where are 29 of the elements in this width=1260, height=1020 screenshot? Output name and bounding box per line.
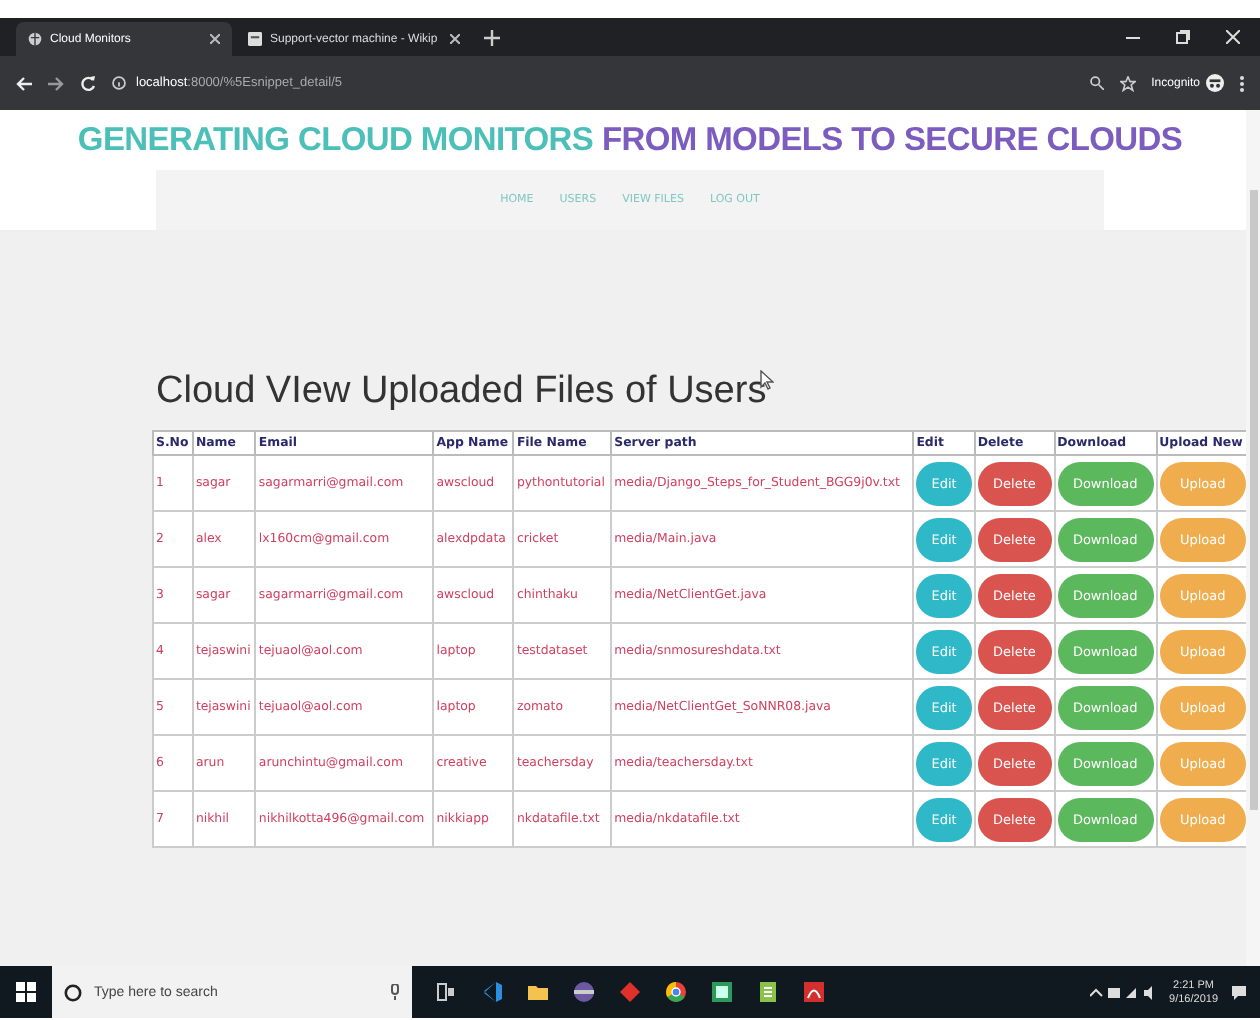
new-tab-icon[interactable]	[484, 29, 500, 45]
folder-icon[interactable]	[528, 982, 548, 1002]
page-heading: Cloud VIew Uploaded Files of Users	[156, 370, 767, 414]
star-icon[interactable]	[1119, 75, 1136, 91]
notepad-icon[interactable]	[758, 982, 778, 1002]
page-icon	[248, 32, 262, 46]
task-view-icon[interactable]	[436, 982, 456, 1002]
cortana-icon	[64, 983, 82, 1001]
info-icon[interactable]	[112, 76, 126, 90]
globe-icon	[28, 32, 42, 46]
microphone-icon	[390, 984, 400, 1000]
close-tab-icon[interactable]	[450, 34, 460, 44]
zoom-icon[interactable]	[1089, 76, 1104, 90]
reload-icon[interactable]	[80, 75, 96, 91]
close-icon[interactable]	[1226, 30, 1240, 44]
pdf-icon[interactable]	[804, 982, 824, 1002]
site-title: GENERATING CLOUD MONITORS FROM MODELS TO SECURE CLOUDS	[77, 121, 1183, 159]
start-icon[interactable]	[16, 982, 36, 1002]
back-icon[interactable]	[16, 75, 32, 91]
notification-icon[interactable]	[1230, 983, 1248, 1001]
restore-icon[interactable]	[1176, 30, 1190, 44]
code-editor-icon[interactable]	[482, 982, 502, 1002]
image-app-icon[interactable]	[712, 982, 732, 1002]
chrome-icon[interactable]	[666, 982, 686, 1002]
forward-icon[interactable]	[48, 75, 64, 91]
close-tab-icon[interactable]	[210, 34, 220, 44]
circle-app-icon[interactable]	[574, 982, 594, 1002]
incognito-icon[interactable]	[1206, 74, 1224, 92]
diamond-icon[interactable]	[620, 982, 640, 1002]
